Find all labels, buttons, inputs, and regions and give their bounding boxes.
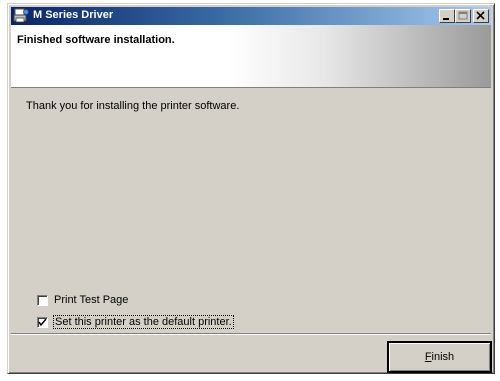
title-bar[interactable]: M Series Driver xyxy=(11,7,491,25)
completion-message: Thank you for installing the printer sof… xyxy=(26,100,240,112)
set-default-printer-label[interactable]: Set this printer as the default printer. xyxy=(53,315,234,329)
minimize-icon xyxy=(443,18,449,20)
close-button[interactable] xyxy=(473,9,489,23)
maximize-icon xyxy=(458,11,468,20)
close-icon xyxy=(476,11,485,20)
print-test-page-option[interactable]: Print Test Page xyxy=(37,293,128,307)
print-test-page-label[interactable]: Print Test Page xyxy=(54,294,128,306)
printer-installer-icon xyxy=(13,8,29,24)
checkmark-icon xyxy=(38,318,47,326)
set-default-printer-option[interactable]: Set this printer as the default printer. xyxy=(37,315,234,329)
finish-button-label: Finish xyxy=(424,351,455,363)
maximize-button[interactable] xyxy=(455,9,471,23)
finish-button[interactable]: Finish xyxy=(387,341,492,373)
print-test-page-checkbox[interactable] xyxy=(37,294,48,306)
set-default-printer-checkbox[interactable] xyxy=(37,316,48,328)
window-controls xyxy=(439,9,489,23)
wizard-header: Finished software installation. xyxy=(11,25,491,88)
installer-window: M Series Driver Finished software instal… xyxy=(7,3,495,374)
header-title: Finished software installation. xyxy=(17,34,175,46)
window-title: M Series Driver xyxy=(33,9,114,21)
minimize-button[interactable] xyxy=(439,9,455,23)
footer-divider xyxy=(11,333,491,335)
